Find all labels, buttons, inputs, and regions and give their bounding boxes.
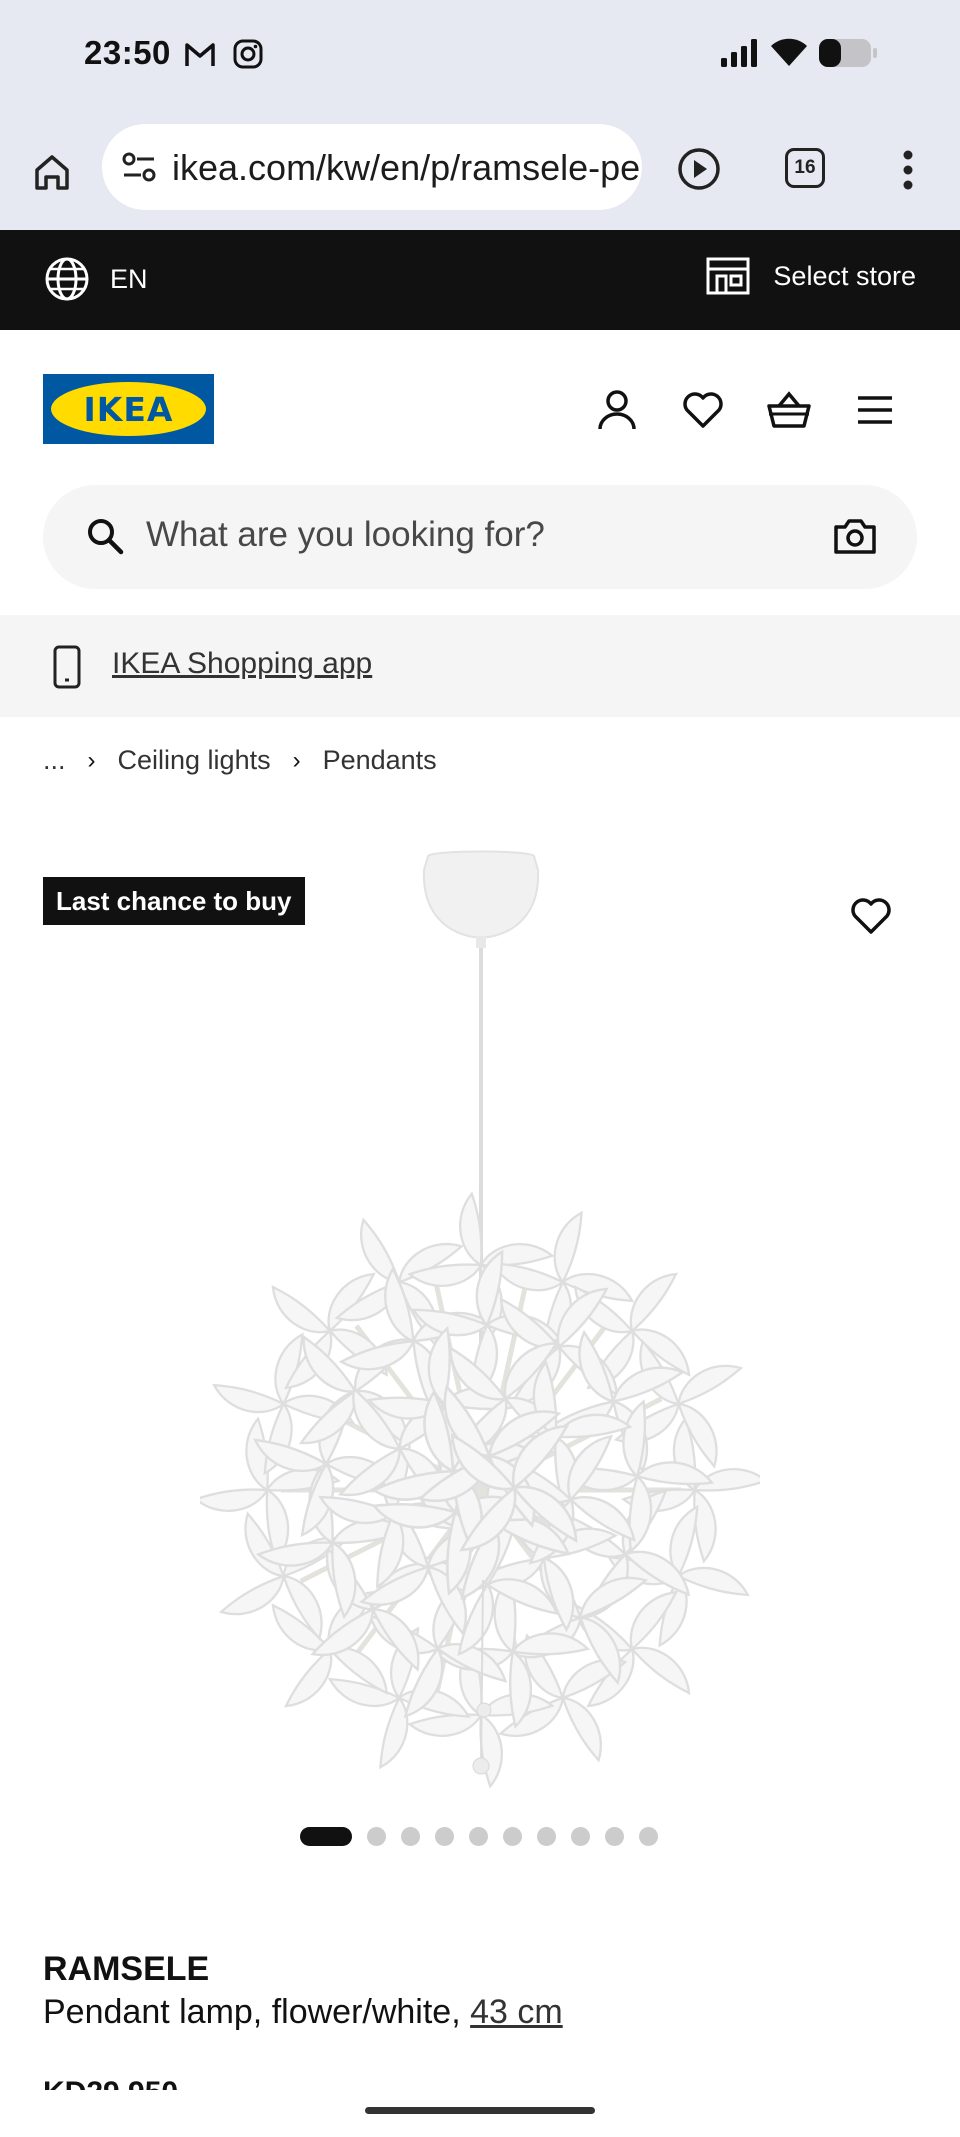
address-bar[interactable]: ikea.com/kw/en/p/ramsele-pe (102, 124, 642, 210)
breadcrumb-pendants[interactable]: Pendants (323, 745, 437, 776)
store-icon (706, 257, 750, 295)
select-store-label: Select store (773, 260, 916, 291)
phone-icon (52, 645, 82, 694)
search-placeholder: What are you looking for? (146, 515, 545, 554)
signal-icon (720, 38, 758, 73)
wishlist-button[interactable] (678, 385, 728, 435)
site-header: IKEA (0, 330, 960, 485)
chevron-right-icon: › (87, 746, 96, 774)
breadcrumb-ceiling-lights[interactable]: Ceiling lights (118, 745, 271, 776)
profile-icon (598, 390, 636, 430)
home-indicator[interactable] (365, 2107, 595, 2114)
chevron-right-icon: › (292, 746, 301, 774)
product-size-link[interactable]: 43 cm (470, 1993, 563, 2031)
instagram-icon (232, 38, 264, 75)
product-image[interactable] (200, 840, 760, 1790)
select-store-button[interactable]: Select store (705, 256, 916, 296)
product-description: Pendant lamp, flower/white, 43 cm (43, 1993, 563, 2032)
basket-icon (767, 391, 811, 428)
gmail-icon (184, 40, 216, 73)
camera-search-icon[interactable] (833, 517, 877, 560)
menu-button[interactable] (850, 385, 900, 435)
search-input[interactable]: What are you looking for? (43, 485, 917, 589)
carousel-dot[interactable] (367, 1827, 386, 1846)
basket-button[interactable] (764, 385, 814, 435)
product-type: Pendant lamp, flower/white, (43, 1993, 471, 2031)
product-price: KD29.950 (43, 2078, 243, 2090)
shopping-app-link[interactable]: IKEA Shopping app (112, 647, 372, 681)
status-time: 23:50 (84, 34, 171, 71)
image-carousel-indicators[interactable] (300, 1827, 658, 1846)
tab-switcher-button[interactable]: 16 (785, 148, 825, 188)
language-selector[interactable]: EN (44, 256, 148, 302)
status-bar: 23:50 (0, 0, 960, 110)
carousel-dot[interactable] (401, 1827, 420, 1846)
breadcrumb: ... › Ceiling lights › Pendants (43, 745, 437, 776)
logo-oval: IKEA (51, 382, 206, 436)
language-label: EN (110, 263, 148, 294)
logo-text: IKEA (83, 389, 174, 429)
carousel-dot[interactable] (537, 1827, 556, 1846)
globe-icon (45, 257, 89, 301)
carousel-dot[interactable] (469, 1827, 488, 1846)
menu-icon (858, 396, 892, 424)
tab-count: 16 (794, 157, 816, 178)
add-to-wishlist-button[interactable] (850, 897, 898, 941)
play-circle-icon (678, 148, 720, 190)
more-vert-icon (903, 150, 913, 190)
profile-button[interactable] (592, 385, 642, 435)
ikea-logo[interactable]: IKEA (43, 374, 214, 444)
home-icon (35, 155, 69, 190)
product-name: RAMSELE (43, 1950, 210, 1988)
heart-icon (851, 898, 891, 934)
battery-icon (818, 38, 878, 73)
breadcrumb-ellipsis[interactable]: ... (43, 745, 66, 776)
carousel-dot[interactable] (571, 1827, 590, 1846)
home-button[interactable] (28, 148, 76, 196)
media-play-button[interactable] (676, 146, 722, 192)
carousel-dot[interactable] (300, 1827, 352, 1846)
app-banner: IKEA Shopping app (0, 615, 960, 717)
carousel-dot[interactable] (435, 1827, 454, 1846)
carousel-dot[interactable] (639, 1827, 658, 1846)
carousel-dot[interactable] (605, 1827, 624, 1846)
search-icon (85, 516, 125, 561)
url-text[interactable]: ikea.com/kw/en/p/ramsele-pe (172, 147, 640, 189)
site-settings-icon[interactable] (122, 151, 156, 188)
wishlist-heart-icon (683, 392, 723, 428)
browser-menu-button[interactable] (896, 148, 920, 192)
store-bar: EN Select store (0, 230, 960, 330)
browser-toolbar: ikea.com/kw/en/p/ramsele-pe 16 (0, 110, 960, 230)
carousel-dot[interactable] (503, 1827, 522, 1846)
wifi-icon (770, 36, 808, 73)
